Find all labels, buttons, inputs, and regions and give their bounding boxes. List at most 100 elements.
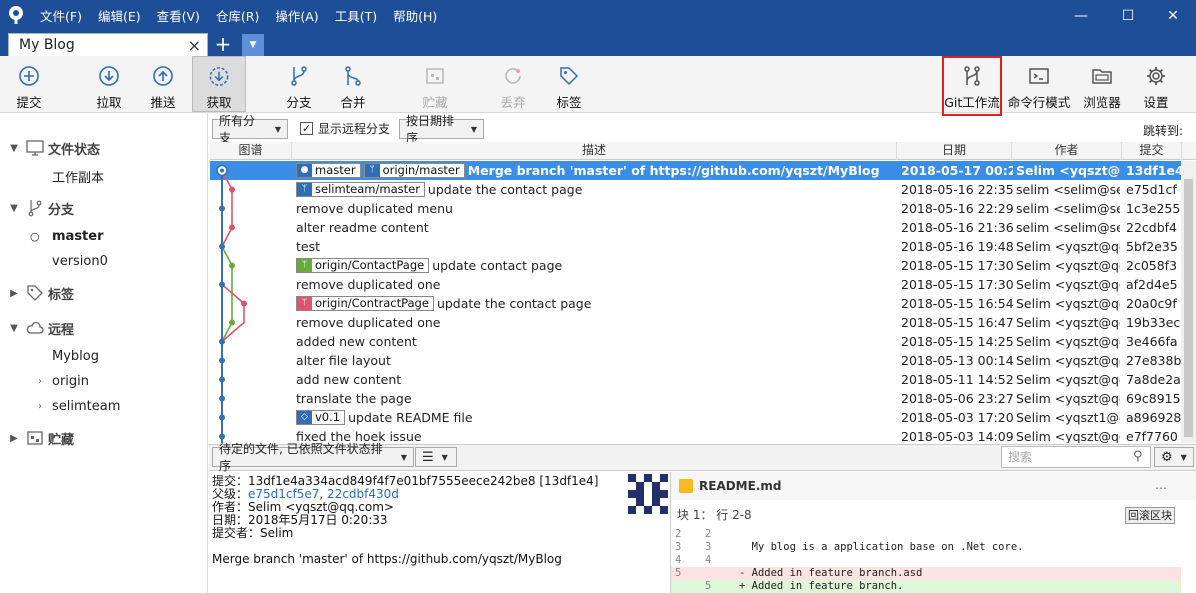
commit-author: selim <selim@se	[1016, 182, 1120, 197]
table-row[interactable]: ᛘ origin/ContactPage update contact page 20…	[210, 256, 1181, 275]
commit-date: 2018-05-16 22:29	[901, 201, 1013, 216]
table-row[interactable]: alter readme content 2018-05-16 21:36 seli…	[210, 218, 1181, 237]
commit-description: alter file layout	[296, 351, 894, 370]
sidebar-file-status[interactable]: ▼ 文件状态	[6, 136, 100, 160]
commit-date: 2018-05-17 00:20	[901, 163, 1013, 178]
tab-dropdown-button[interactable]: ▼	[242, 34, 264, 56]
commit-hash: 69c8915	[1126, 391, 1181, 406]
search-input[interactable]: 搜索	[1001, 446, 1151, 468]
commit-message: alter readme content	[296, 220, 429, 235]
branch-label[interactable]: ᛘ origin/ContactPage	[296, 258, 430, 273]
graph-node	[219, 414, 225, 421]
table-row[interactable]: ◇ v0.1 update README file 2018-05-03 17:20 S…	[210, 408, 1181, 427]
stash-button[interactable]: 贮藏	[414, 56, 456, 112]
menu-view[interactable]: 查看(V)	[157, 6, 200, 25]
line-number-old: 2	[675, 528, 682, 540]
table-row[interactable]: remove duplicated one 2018-05-15 17:30 Sel…	[210, 275, 1181, 294]
sidebar-item-selimteam[interactable]: › selimteam	[28, 394, 120, 418]
ref-name: origin/ContractPage	[315, 296, 429, 310]
branch-label[interactable]: ● master	[296, 163, 361, 178]
commit-author: Selim <yqszt1@c	[1016, 410, 1120, 425]
detail-message: Merge branch 'master' of https://github.…	[212, 552, 562, 566]
commit-button[interactable]: 提交	[8, 56, 50, 112]
parent-link-2[interactable]: 22cdbf430d	[327, 487, 399, 501]
push-button[interactable]: 推送	[142, 56, 184, 112]
explorer-label: 浏览器	[1083, 95, 1121, 110]
table-row[interactable]: ᛘ selimteam/master update the contact page…	[210, 180, 1181, 199]
sidebar-item-myblog[interactable]: Myblog	[52, 344, 99, 368]
table-row[interactable]: ● master ᛘ origin/master Merge branch 'maste…	[210, 161, 1181, 180]
discard-hunk-button[interactable]: 回滚区块	[1125, 507, 1175, 524]
sidebar-branches[interactable]: ▼ 分支	[6, 196, 74, 220]
table-row[interactable]: remove duplicated one 2018-05-15 16:47 Sel…	[210, 313, 1181, 332]
parent-link-1[interactable]: e75d1cf5e7	[248, 487, 319, 501]
branch-button[interactable]: 分支	[278, 56, 320, 112]
sidebar-item-origin[interactable]: › origin	[28, 369, 89, 393]
sidebar-item-working-copy[interactable]: 工作副本	[52, 164, 104, 188]
tab-close-icon[interactable]: ×	[188, 36, 201, 55]
pending-files-select[interactable]: 待定的文件, 已依照文件状态排序 ▼	[212, 442, 414, 473]
settings-button[interactable]: 设置	[1134, 56, 1178, 112]
discard-button[interactable]: 丢弃	[492, 56, 534, 112]
sidebar-tags[interactable]: ▶ 标签	[6, 281, 74, 305]
close-window-button[interactable]: ✕	[1150, 0, 1196, 31]
more-options-icon[interactable]: …	[1155, 478, 1167, 492]
file-modified-icon	[679, 479, 693, 493]
menu-help[interactable]: 帮助(H)	[393, 6, 437, 25]
tag-button[interactable]: 标签	[548, 56, 590, 112]
scrollbar-thumb[interactable]	[1184, 179, 1193, 437]
commit-hash: e75d1cf	[1126, 182, 1177, 197]
minimize-button[interactable]: —	[1058, 0, 1104, 31]
show-remote-branches[interactable]: ✓ 显示远程分支	[300, 120, 390, 137]
jump-to-label[interactable]: 跳转到:	[1143, 122, 1183, 139]
menu-tools[interactable]: 工具(T)	[335, 6, 377, 25]
commit-hash: 5bf2e35	[1126, 239, 1178, 254]
commit-author: Selim <yqszt@qc	[1016, 372, 1120, 387]
sidebar-stashes[interactable]: ▶ 贮藏	[6, 426, 74, 450]
stash-icon	[426, 68, 444, 84]
table-row[interactable]: translate the page 2018-05-06 23:27 Selim …	[210, 389, 1181, 408]
sidebar-remotes[interactable]: ▼ 远程	[6, 316, 74, 340]
table-row[interactable]: test 2018-05-16 19:48 Selim <yqszt@qc 5bf2e…	[210, 237, 1181, 256]
discard-icon	[505, 68, 521, 84]
commit-list-scrollbar[interactable]	[1181, 161, 1196, 443]
commit-author: Selim <yqszt@qc	[1016, 334, 1120, 349]
branch-label[interactable]: ᛘ selimteam/master	[296, 182, 425, 197]
column-commit[interactable]: 提交	[1122, 142, 1182, 160]
table-row[interactable]: remove duplicated menu 2018-05-16 22:29 se…	[210, 199, 1181, 218]
menu-file[interactable]: 文件(F)	[40, 6, 82, 25]
view-mode-select[interactable]: ☰ ▼	[415, 447, 457, 467]
commit-author: Selim <yqszt@qc	[1016, 239, 1120, 254]
menu-actions[interactable]: 操作(A)	[275, 6, 318, 25]
list-icon: ☰	[422, 449, 434, 465]
sidebar-item-master[interactable]: ○ master	[30, 224, 104, 248]
fetch-button[interactable]: 获取	[192, 56, 246, 112]
terminal-button[interactable]: 命令行模式	[1006, 56, 1072, 112]
explorer-button[interactable]: 浏览器	[1078, 56, 1126, 112]
settings-menu-button[interactable]: ⚙ ▼	[1154, 447, 1194, 467]
merge-button[interactable]: 合并	[332, 56, 374, 112]
sidebar-item-version0[interactable]: version0	[52, 249, 108, 273]
sort-select[interactable]: 按日期排序 ▼	[399, 114, 484, 145]
commit-message: translate the page	[296, 391, 412, 406]
tag-label[interactable]: ◇ v0.1	[296, 410, 346, 425]
branch-label[interactable]: ᛘ origin/master	[363, 163, 465, 178]
pull-button[interactable]: 拉取	[88, 56, 130, 112]
branch-label[interactable]: ᛘ origin/ContractPage	[296, 296, 434, 311]
column-description[interactable]: 描述	[292, 142, 897, 160]
commit-hash: af2d4e5	[1126, 277, 1178, 292]
new-tab-button[interactable]: +	[212, 34, 234, 56]
menu-edit[interactable]: 编辑(E)	[98, 6, 141, 25]
table-row[interactable]: add new content 2018-05-11 14:52 Selim <yq…	[210, 370, 1181, 389]
table-row[interactable]: alter file layout 2018-05-13 00:14 Selim <…	[210, 351, 1181, 370]
checkbox-checked-icon[interactable]: ✓	[300, 122, 313, 135]
tab-my-blog[interactable]: My Blog ×	[8, 33, 208, 56]
table-row[interactable]: added new content 2018-05-15 14:25 Selim <…	[210, 332, 1181, 351]
branch-filter-select[interactable]: 所有分支 ▼	[212, 114, 288, 145]
table-row[interactable]: ᛘ origin/ContractPage update the contact p…	[210, 294, 1181, 313]
column-date[interactable]: 日期	[897, 142, 1012, 160]
menu-repository[interactable]: 仓库(R)	[216, 6, 259, 25]
maximize-button[interactable]: ☐	[1105, 0, 1151, 31]
column-graph[interactable]: 图谱	[210, 142, 292, 160]
column-author[interactable]: 作者	[1012, 142, 1122, 160]
